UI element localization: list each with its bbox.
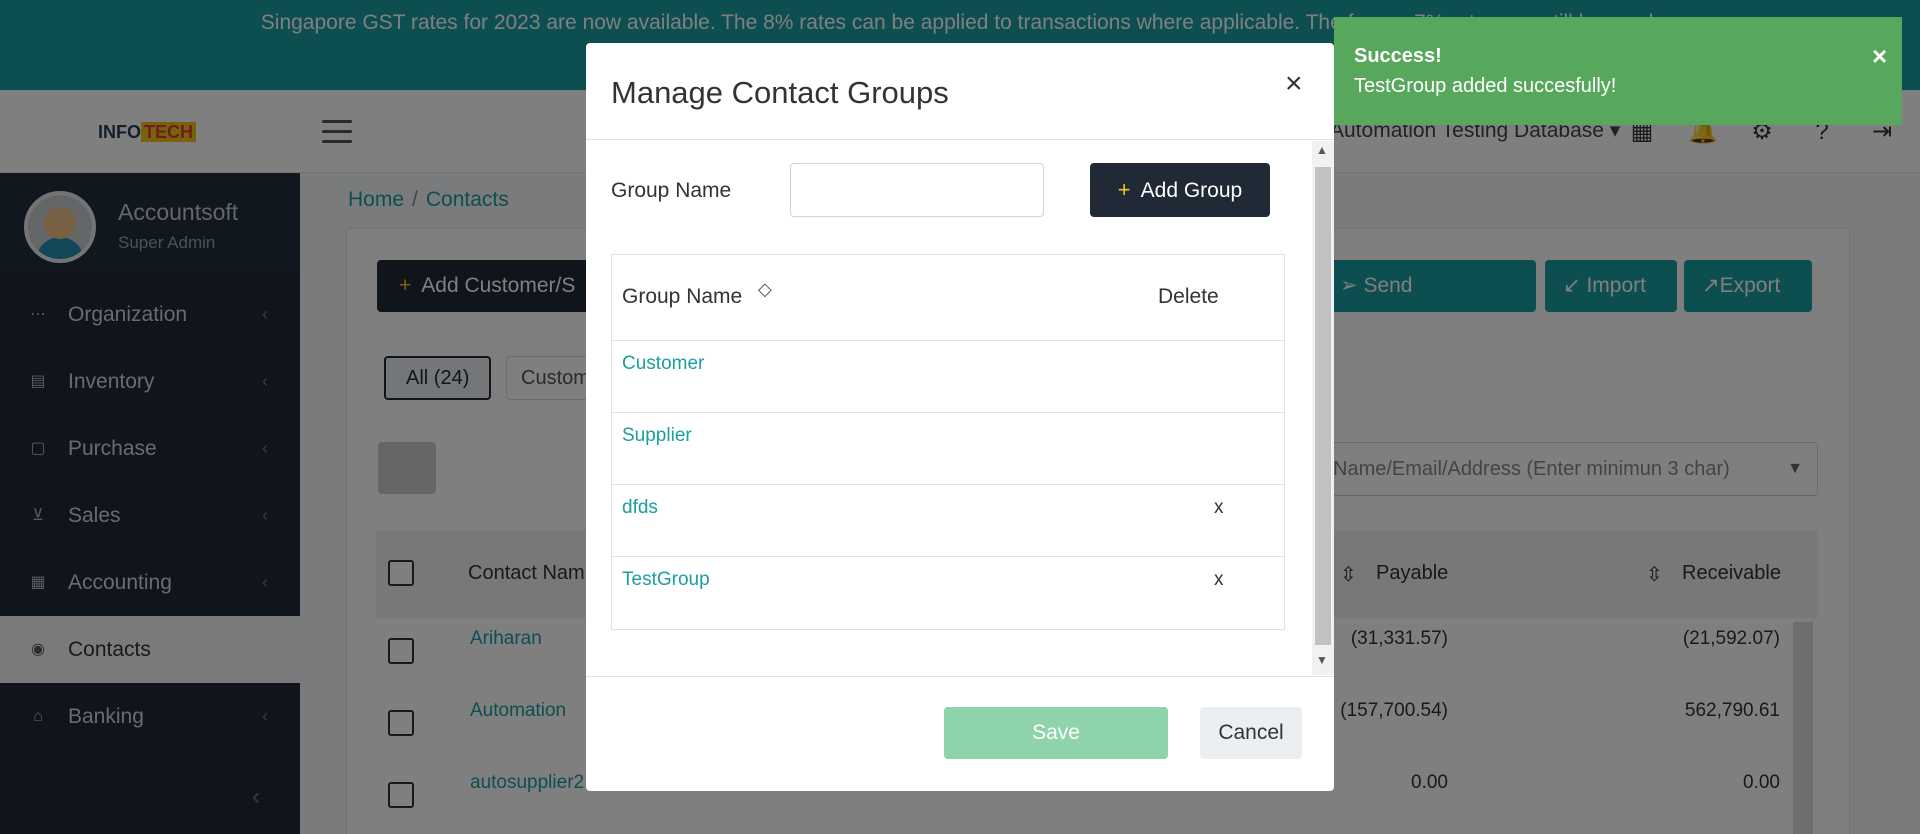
group-row: Customer xyxy=(612,341,1284,413)
modal-title: Manage Contact Groups xyxy=(611,75,949,110)
group-row: TestGroup x xyxy=(612,557,1284,629)
toast-title: Success! xyxy=(1354,45,1442,67)
group-link[interactable]: TestGroup xyxy=(622,569,710,591)
scroll-down-icon[interactable]: ▼ xyxy=(1316,653,1328,667)
group-name-input[interactable] xyxy=(790,163,1044,217)
manage-contact-groups-modal: Manage Contact Groups × Group Name + Add … xyxy=(586,43,1334,791)
cancel-button[interactable]: Cancel xyxy=(1200,707,1302,759)
groups-table: Group Name ◇ Delete Customer Supplier df… xyxy=(611,254,1285,630)
delete-group-button[interactable]: x xyxy=(1214,497,1224,519)
group-row: Supplier xyxy=(612,413,1284,485)
group-link[interactable]: Customer xyxy=(622,353,704,375)
groups-table-header: Group Name ◇ Delete xyxy=(612,255,1284,341)
group-row: dfds x xyxy=(612,485,1284,557)
group-link[interactable]: Supplier xyxy=(622,425,692,447)
modal-footer: Save Cancel xyxy=(586,676,1334,791)
save-button[interactable]: Save xyxy=(944,707,1168,759)
modal-scrollbar[interactable]: ▲ ▼ xyxy=(1312,141,1334,675)
sort-icon[interactable]: ◇ xyxy=(758,280,772,298)
modal-body: Group Name + Add Group Group Name ◇ Delet… xyxy=(586,141,1334,675)
modal-header: Manage Contact Groups × xyxy=(586,43,1334,140)
add-group-button[interactable]: + Add Group xyxy=(1090,163,1270,217)
col-delete: Delete xyxy=(1158,285,1219,308)
group-link[interactable]: dfds xyxy=(622,497,658,519)
group-name-label: Group Name xyxy=(611,179,732,202)
plus-icon: + xyxy=(1117,177,1131,202)
col-group-name[interactable]: Group Name xyxy=(622,285,742,309)
success-toast: Success! TestGroup added succesfully! × xyxy=(1334,17,1902,125)
close-icon[interactable]: × xyxy=(1285,67,1303,101)
close-icon[interactable]: × xyxy=(1872,41,1887,72)
scrollbar-thumb[interactable] xyxy=(1315,167,1331,645)
scroll-up-icon[interactable]: ▲ xyxy=(1316,143,1328,157)
delete-group-button[interactable]: x xyxy=(1214,569,1224,591)
toast-message: TestGroup added succesfully! xyxy=(1354,75,1617,97)
